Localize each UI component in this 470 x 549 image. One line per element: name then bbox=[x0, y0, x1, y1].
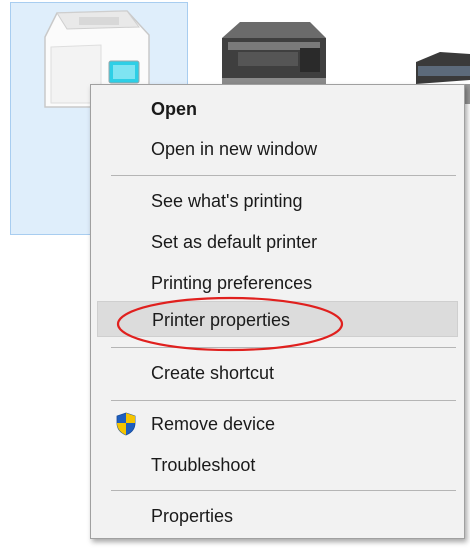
menu-item-label: Set as default printer bbox=[151, 232, 318, 252]
menu-item-open-in-new-window[interactable]: Open in new window bbox=[97, 131, 458, 167]
context-menu: Open Open in new window See what's print… bbox=[90, 84, 465, 539]
menu-item-set-as-default-printer[interactable]: Set as default printer bbox=[97, 224, 458, 260]
menu-item-create-shortcut[interactable]: Create shortcut bbox=[97, 355, 458, 391]
menu-item-label: Open in new window bbox=[151, 139, 318, 159]
menu-separator bbox=[111, 400, 456, 401]
menu-item-printer-properties[interactable]: Printer properties bbox=[97, 301, 458, 337]
menu-item-properties[interactable]: Properties bbox=[97, 498, 458, 534]
menu-item-printing-preferences[interactable]: Printing preferences bbox=[97, 265, 458, 301]
menu-separator bbox=[111, 490, 456, 491]
menu-item-label: Create shortcut bbox=[151, 363, 275, 383]
uac-shield-icon bbox=[116, 412, 136, 436]
menu-item-label: Remove device bbox=[151, 414, 276, 434]
menu-separator bbox=[111, 175, 456, 176]
menu-item-see-whats-printing[interactable]: See what's printing bbox=[97, 183, 458, 219]
menu-item-label: Properties bbox=[151, 506, 234, 526]
menu-item-label: Printing preferences bbox=[151, 273, 313, 293]
menu-item-open[interactable]: Open bbox=[97, 91, 458, 127]
menu-item-label: See what's printing bbox=[151, 191, 303, 211]
menu-item-label: Troubleshoot bbox=[151, 455, 256, 475]
menu-item-label: Printer properties bbox=[152, 310, 291, 330]
menu-item-troubleshoot[interactable]: Troubleshoot bbox=[97, 447, 458, 483]
menu-item-label: Open bbox=[151, 99, 198, 119]
menu-item-remove-device[interactable]: Remove device bbox=[97, 406, 458, 442]
menu-separator bbox=[111, 347, 456, 348]
